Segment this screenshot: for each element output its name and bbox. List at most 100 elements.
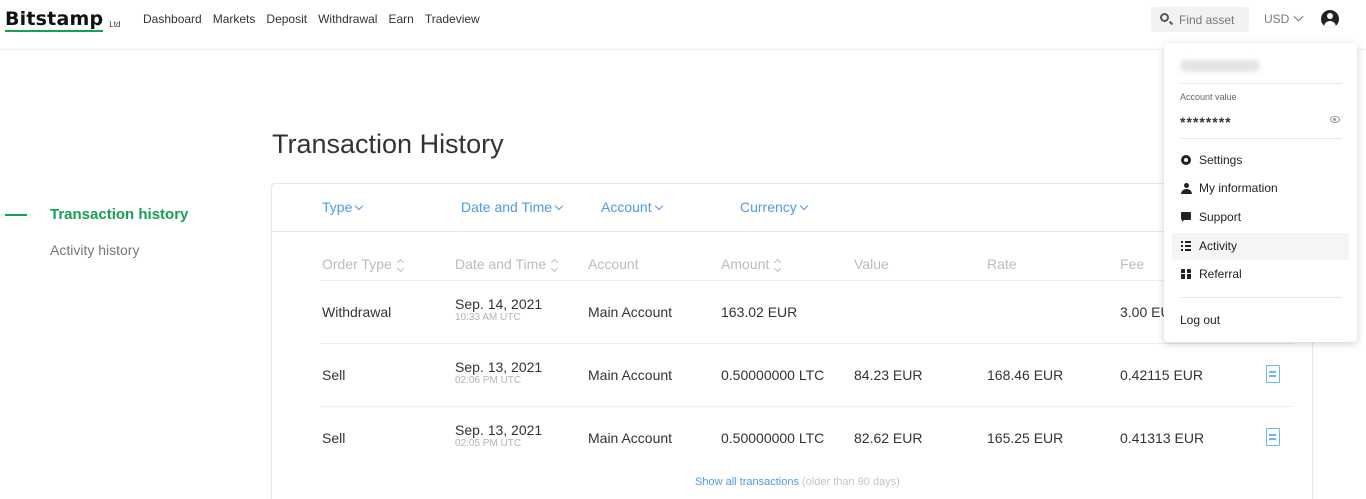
find-asset-placeholder: Find asset bbox=[1179, 13, 1235, 27]
logo[interactable]: Bitstamp Ltd bbox=[5, 8, 120, 34]
chevron-down-icon bbox=[1293, 11, 1304, 22]
cell-amount: 0.50000000 LTC bbox=[721, 430, 825, 446]
cell-time-value: 02:05 PM UTC bbox=[455, 438, 522, 449]
menu-support[interactable]: Support bbox=[1172, 204, 1349, 231]
col-date-time-label: Date and Time bbox=[455, 256, 547, 272]
chevron-down-icon bbox=[554, 201, 564, 211]
sidebar-item-activity-history[interactable]: Activity history bbox=[50, 242, 139, 258]
user-avatar-icon[interactable] bbox=[1321, 10, 1339, 28]
chat-icon bbox=[1181, 212, 1191, 222]
filter-date-label: Date and Time bbox=[461, 199, 553, 215]
search-icon bbox=[1160, 13, 1169, 22]
sidebar-item-transaction-history[interactable]: Transaction history bbox=[50, 206, 188, 223]
cell-rate: 165.25 EUR bbox=[987, 430, 1064, 446]
menu-activity-label: Activity bbox=[1199, 239, 1238, 253]
menu-referral[interactable]: Referral bbox=[1172, 261, 1349, 288]
cell-amount: 0.50000000 LTC bbox=[721, 367, 825, 383]
menu-log-out[interactable]: Log out bbox=[1172, 307, 1349, 334]
table-row: Sell Sep. 13, 2021 02:05 PM UTC Main Acco… bbox=[272, 407, 1312, 469]
user-icon bbox=[1181, 183, 1192, 194]
col-value: Value bbox=[854, 256, 889, 272]
nav-deposit[interactable]: Deposit bbox=[266, 12, 307, 26]
cell-date: Sep. 13, 2021 02:05 PM UTC bbox=[455, 422, 542, 450]
menu-referral-label: Referral bbox=[1199, 267, 1242, 281]
account-value-label: Account value bbox=[1180, 92, 1237, 102]
sort-icon bbox=[774, 259, 782, 272]
receipt-icon[interactable] bbox=[1266, 365, 1280, 383]
currency-selector[interactable]: USD bbox=[1264, 11, 1304, 26]
menu-my-information-label: My information bbox=[1199, 181, 1278, 195]
menu-support-label: Support bbox=[1199, 210, 1242, 224]
list-icon bbox=[1181, 241, 1191, 251]
filter-date-time[interactable]: Date and Time bbox=[461, 199, 564, 215]
cell-account: Main Account bbox=[588, 367, 673, 383]
col-rate: Rate bbox=[987, 256, 1017, 272]
nav-dashboard[interactable]: Dashboard bbox=[143, 12, 202, 26]
show-all-link[interactable]: Show all transactions bbox=[695, 476, 799, 488]
col-date-time[interactable]: Date and Time bbox=[455, 256, 559, 272]
filter-type[interactable]: Type bbox=[322, 199, 364, 215]
receipt-icon[interactable] bbox=[1266, 428, 1280, 446]
chevron-down-icon bbox=[654, 201, 663, 211]
cell-account: Main Account bbox=[588, 304, 673, 320]
app-root: Bitstamp Ltd Dashboard Markets Deposit Withd… bbox=[0, 0, 1366, 499]
gear-icon bbox=[1181, 155, 1191, 165]
menu-activity[interactable]: Activity bbox=[1172, 233, 1349, 260]
page-title: Transaction History bbox=[272, 129, 504, 159]
gift-icon bbox=[1181, 269, 1191, 279]
col-account: Account bbox=[588, 256, 639, 272]
sort-icon bbox=[397, 259, 405, 272]
col-amount-label: Amount bbox=[721, 256, 770, 272]
filter-currency[interactable]: Currency bbox=[740, 199, 809, 215]
filter-currency-label: Currency bbox=[740, 199, 797, 215]
find-asset-input[interactable]: Find asset bbox=[1151, 7, 1249, 32]
cell-time-value: 02:06 PM UTC bbox=[455, 375, 522, 386]
cell-date-value: Sep. 13, 2021 bbox=[455, 422, 543, 438]
nav-withdrawal[interactable]: Withdrawal bbox=[318, 12, 377, 26]
menu-log-out-label: Log out bbox=[1180, 313, 1221, 327]
currency-label: USD bbox=[1264, 12, 1290, 26]
cell-date: Sep. 13, 2021 02:06 PM UTC bbox=[455, 359, 542, 387]
col-order-type-label: Order Type bbox=[322, 256, 392, 272]
logo-sub: Ltd bbox=[109, 20, 121, 29]
cell-value: 84.23 EUR bbox=[854, 367, 923, 383]
menu-settings-label: Settings bbox=[1199, 153, 1243, 167]
transactions-panel: Type Date and Time Account Currency Orde… bbox=[271, 183, 1313, 499]
nav-tradeview[interactable]: Tradeview bbox=[425, 12, 480, 26]
cell-value: 82.62 EUR bbox=[854, 430, 923, 446]
cell-amount: 163.02 EUR bbox=[721, 304, 798, 320]
show-all-transactions: Show all transactions (older than 90 day… bbox=[695, 476, 900, 488]
cell-rate: 168.46 EUR bbox=[987, 367, 1064, 383]
account-value: ******** bbox=[1180, 114, 1232, 130]
nav-earn[interactable]: Earn bbox=[388, 12, 413, 26]
blurred-username bbox=[1180, 60, 1260, 72]
nav-markets[interactable]: Markets bbox=[213, 12, 256, 26]
cell-type: Sell bbox=[322, 430, 346, 446]
filter-bar: Type Date and Time Account Currency bbox=[272, 184, 1312, 232]
filter-account-label: Account bbox=[601, 199, 652, 215]
cell-fee: 0.42115 EUR bbox=[1120, 367, 1204, 383]
account-dropdown: Account value ******** Settings My infor… bbox=[1164, 43, 1357, 342]
menu-my-information[interactable]: My information bbox=[1172, 175, 1349, 202]
divider bbox=[1180, 138, 1342, 139]
sort-icon bbox=[551, 259, 559, 272]
logo-text: Bitstamp bbox=[5, 8, 104, 32]
top-bar: Bitstamp Ltd Dashboard Markets Deposit Withd… bbox=[0, 0, 1366, 50]
cell-date-value: Sep. 14, 2021 bbox=[455, 296, 543, 312]
cell-account: Main Account bbox=[588, 430, 673, 446]
cell-type: Sell bbox=[322, 367, 346, 383]
show-all-note: (older than 90 days) bbox=[802, 476, 900, 488]
cell-date: Sep. 14, 2021 10:33 AM UTC bbox=[455, 296, 542, 324]
eye-icon[interactable] bbox=[1330, 116, 1340, 123]
main-nav: Dashboard Markets Deposit Withdrawal Earn Tra… bbox=[143, 12, 491, 26]
chevron-down-icon bbox=[799, 201, 809, 211]
col-order-type[interactable]: Order Type bbox=[322, 256, 405, 272]
active-indicator bbox=[5, 214, 27, 216]
menu-settings[interactable]: Settings bbox=[1172, 147, 1349, 174]
chevron-down-icon bbox=[355, 201, 364, 211]
cell-type: Withdrawal bbox=[322, 304, 392, 320]
filter-account[interactable]: Account bbox=[601, 199, 663, 215]
cell-time-value: 10:33 AM UTC bbox=[455, 312, 521, 323]
divider bbox=[1180, 297, 1342, 298]
col-amount[interactable]: Amount bbox=[721, 256, 782, 272]
